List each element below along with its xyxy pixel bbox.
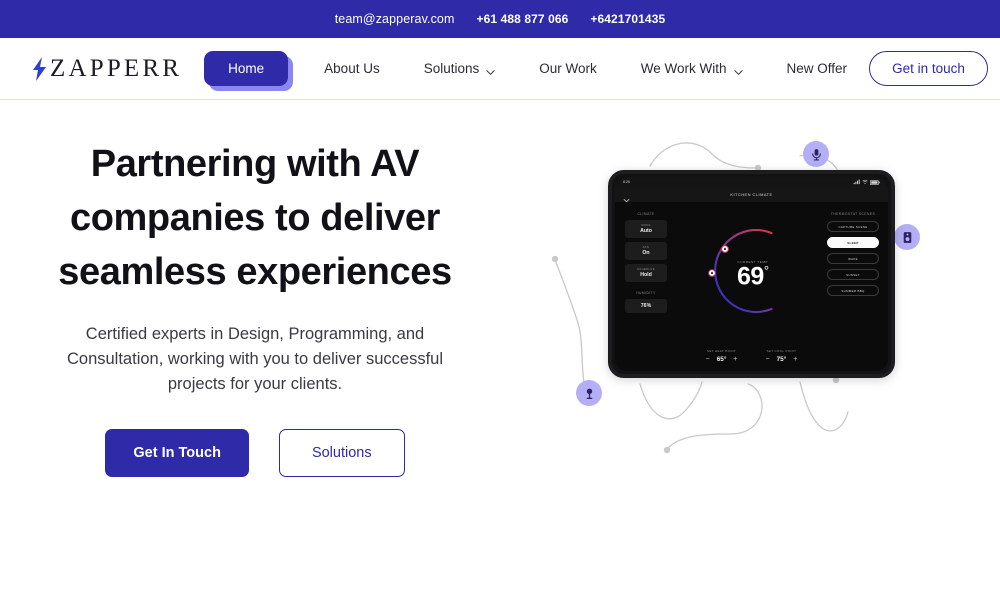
battery-icon	[870, 179, 880, 185]
get-in-touch-button[interactable]: Get In Touch	[105, 429, 249, 478]
speaker-icon	[901, 231, 914, 244]
nav-item-our-work-label: Our Work	[539, 61, 597, 76]
humidity-value: 76%	[640, 303, 652, 309]
cool-setpoint: SET COOL POINT − 75° +	[766, 349, 798, 363]
device-status-bar: 8:26	[615, 177, 888, 187]
chevron-down-icon	[733, 65, 743, 75]
contact-phone-2[interactable]: +6421701435	[590, 12, 665, 26]
cool-decrease-button[interactable]: −	[766, 356, 770, 363]
climate-tile-fan[interactable]: FAN On	[625, 242, 667, 260]
nav-item-about-us[interactable]: About Us	[302, 53, 402, 84]
wifi-icon	[862, 179, 868, 184]
hero-subtext: Certified experts in Design, Programming…	[66, 324, 443, 394]
heat-setpoint-value: 65°	[716, 356, 727, 363]
nav-item-we-work-with-label: We Work With	[640, 61, 727, 76]
climate-tile-schedule[interactable]: SCHEDULE Hold	[625, 264, 667, 282]
heat-setpoint-label: SET HEAT POINT	[707, 349, 737, 353]
current-temperature: CURRENT TEMP 69°	[737, 260, 769, 289]
nav-item-about-us-label: About Us	[324, 61, 380, 76]
page-title: Partnering with AV companies to deliver …	[58, 143, 452, 293]
climate-tile-schedule-label: SCHEDULE	[636, 267, 656, 271]
temperature-dial[interactable]: CURRENT TEMP 69°	[699, 216, 804, 326]
top-contact-bar: team@zapperav.com +61 488 877 066 +64217…	[0, 0, 1000, 38]
nav-item-new-offer-label: New Offer	[786, 61, 848, 76]
current-temp-value-wrap: 69°	[737, 264, 769, 289]
sensor-icon	[583, 387, 596, 400]
tablet-screen: 8:26 KITCHEN CLIMATE CLIMATE MODE Auto F…	[615, 177, 888, 371]
nav-item-solutions[interactable]: Solutions	[402, 53, 518, 84]
microphone-icon	[810, 148, 823, 161]
logo-text: ZAPPERR	[50, 54, 183, 82]
climate-tile-mode-value: Auto	[640, 228, 652, 234]
heat-increase-button[interactable]: +	[733, 356, 737, 363]
site-logo[interactable]: ZAPPERR	[30, 55, 182, 83]
scenes-panel: THERMOSTAT SCENES CAPTURE SCENE SLEEP WA…	[827, 212, 879, 296]
scenes-panel-label: THERMOSTAT SCENES	[830, 212, 876, 216]
status-indicators	[853, 179, 880, 185]
heat-setpoint: SET HEAT POINT − 65° +	[706, 349, 738, 363]
hero-illustration: 8:26 KITCHEN CLIMATE CLIMATE MODE Auto F…	[500, 128, 1000, 588]
degree-symbol: °	[763, 263, 769, 278]
get-in-touch-nav-button[interactable]: Get in touch	[869, 51, 988, 86]
main-navigation: ZAPPERR Home About Us Solutions Our Work…	[0, 38, 1000, 100]
signal-icon	[853, 179, 860, 185]
sensor-node[interactable]	[576, 380, 602, 406]
scene-capture-scene[interactable]: CAPTURE SCENE	[827, 221, 879, 232]
nav-item-we-work-with[interactable]: We Work With	[619, 53, 765, 84]
climate-tile-mode-label: MODE	[641, 223, 651, 227]
nav-item-home-label: Home	[228, 61, 265, 76]
scene-wake[interactable]: WAKE	[827, 253, 879, 264]
contact-email-link[interactable]: team@zapperav.com	[335, 12, 455, 26]
cool-increase-button[interactable]: +	[793, 356, 797, 363]
microphone-node[interactable]	[803, 141, 829, 167]
nav-item-solutions-label: Solutions	[423, 61, 480, 76]
climate-tile-mode[interactable]: MODE Auto	[625, 220, 667, 238]
lightning-bolt-icon	[30, 56, 48, 81]
tablet-device: 8:26 KITCHEN CLIMATE CLIMATE MODE Auto F…	[608, 170, 895, 378]
scene-sleep[interactable]: SLEEP	[827, 237, 879, 248]
chevron-down-icon	[486, 65, 495, 75]
heat-setpoint-row: − 65° +	[706, 356, 738, 363]
cool-setpoint-label: SET COOL POINT	[766, 349, 797, 353]
speaker-node[interactable]	[894, 224, 920, 250]
heat-decrease-button[interactable]: −	[706, 356, 710, 363]
solutions-button[interactable]: Solutions	[278, 429, 405, 478]
hero-section: Partnering with AV companies to deliver …	[0, 100, 1000, 600]
setpoint-controls: SET HEAT POINT − 65° + SET COOL POINT −	[706, 349, 798, 363]
humidity-tile[interactable]: 76%	[625, 299, 667, 313]
contact-phone-1[interactable]: +61 488 877 066	[476, 12, 568, 26]
scene-sunset[interactable]: SUNSET	[827, 269, 879, 280]
climate-panel-label: CLIMATE	[637, 212, 655, 216]
nav-menu: Home About Us Solutions Our Work We Work…	[204, 51, 869, 86]
cool-setpoint-value: 75°	[776, 356, 787, 363]
status-time: 8:26	[623, 180, 630, 184]
scene-summer-bbq[interactable]: SUMMER BBQ	[827, 285, 879, 296]
hero-cta-row: Get In Touch Solutions	[40, 429, 470, 478]
climate-panel: CLIMATE MODE Auto FAN On SCHEDULE Hold H…	[625, 212, 667, 313]
hero-text-column: Partnering with AV companies to deliver …	[0, 128, 500, 600]
current-temp-value: 69	[737, 262, 764, 291]
device-body: CLIMATE MODE Auto FAN On SCHEDULE Hold H…	[615, 202, 888, 371]
device-app-title: KITCHEN CLIMATE	[730, 192, 773, 197]
nav-item-our-work[interactable]: Our Work	[517, 53, 619, 84]
climate-tile-schedule-value: Hold	[640, 272, 652, 278]
nav-item-home[interactable]: Home	[204, 51, 289, 86]
climate-tile-fan-label: FAN	[642, 245, 650, 249]
device-app-bar: KITCHEN CLIMATE	[615, 187, 888, 203]
humidity-label: HUMIDITY	[636, 291, 656, 295]
nav-item-new-offer[interactable]: New Offer	[765, 53, 870, 84]
climate-tile-fan-value: On	[642, 250, 650, 256]
cool-setpoint-row: − 75° +	[766, 356, 798, 363]
